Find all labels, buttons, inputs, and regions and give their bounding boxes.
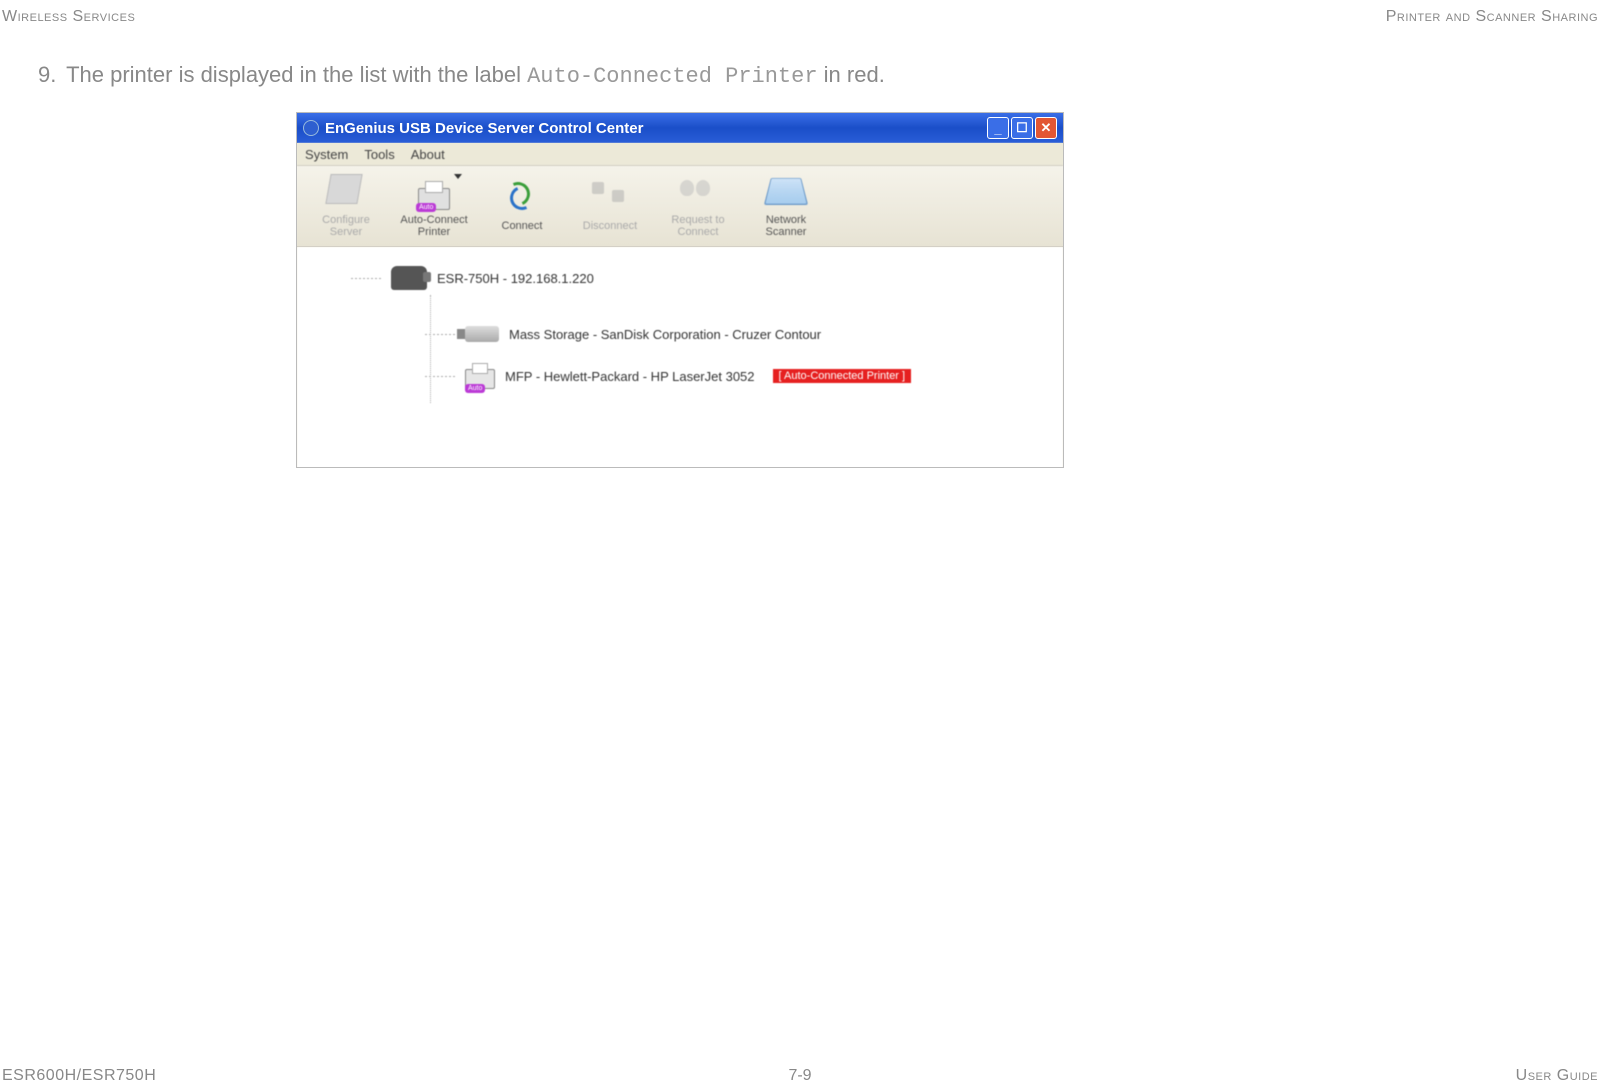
step-mono: Auto-Connected Printer (527, 64, 817, 89)
auto-printer-label: Auto-Connect Printer (395, 214, 473, 238)
usb-drive-icon (465, 326, 499, 342)
scanner-label: Network Scanner (747, 214, 825, 238)
auto-badge-icon: Auto (465, 384, 485, 393)
footer-guide: User Guide (1516, 1067, 1598, 1085)
window-title: EnGenius USB Device Server Control Cente… (325, 120, 643, 137)
app-icon (303, 120, 319, 136)
step-before: The printer is displayed in the list wit… (66, 62, 527, 87)
connect-label: Connect (502, 220, 543, 232)
request-connect-button: Request to Connect (659, 174, 737, 238)
menu-about[interactable]: About (411, 147, 445, 162)
configure-label: Configure Server (307, 214, 385, 238)
minimize-button[interactable]: _ (987, 117, 1009, 139)
server-icon (325, 174, 362, 204)
auto-connected-badge: [ Auto-Connected Printer ] (773, 369, 912, 383)
router-icon (391, 266, 427, 290)
disconnect-icon (592, 180, 624, 204)
tree-root-row[interactable]: ESR-750H - 192.168.1.220 (315, 261, 1045, 295)
app-window: EnGenius USB Device Server Control Cente… (296, 112, 1064, 468)
header-left: Wireless Services (2, 8, 135, 26)
menu-system[interactable]: System (305, 147, 348, 162)
disconnect-label: Disconnect (583, 220, 637, 232)
menu-tools[interactable]: Tools (364, 147, 394, 162)
scanner-icon (764, 178, 808, 205)
tree-root-label: ESR-750H - 192.168.1.220 (437, 271, 594, 286)
network-scanner-button[interactable]: Network Scanner (747, 174, 825, 238)
disconnect-button: Disconnect (571, 180, 649, 232)
configure-server-button: Configure Server (307, 174, 385, 238)
chevron-down-icon[interactable] (454, 174, 462, 179)
people-icon (680, 174, 710, 200)
step-text: 9. The printer is displayed in the list … (38, 62, 885, 89)
step-number: 9. (38, 62, 56, 87)
auto-badge-icon: Auto (416, 203, 436, 212)
tree-storage-row[interactable]: Mass Storage - SanDisk Corporation - Cru… (315, 317, 1045, 351)
titlebar: EnGenius USB Device Server Control Cente… (297, 113, 1063, 143)
connect-icon (504, 180, 536, 212)
window-controls: _ ☐ ✕ (987, 117, 1057, 139)
close-button[interactable]: ✕ (1035, 117, 1057, 139)
tree-mfp-label: MFP - Hewlett-Packard - HP LaserJet 3052 (505, 369, 755, 384)
step-after: in red. (818, 62, 885, 87)
auto-connect-printer-button[interactable]: Auto Auto-Connect Printer (395, 174, 473, 238)
connect-button[interactable]: Connect (483, 180, 561, 232)
device-tree: ESR-750H - 192.168.1.220 Mass Storage - … (297, 247, 1063, 468)
toolbar: Configure Server Auto Auto-Connect Print… (297, 166, 1063, 247)
mfp-printer-icon: Auto (465, 363, 495, 389)
request-label: Request to Connect (659, 214, 737, 238)
footer-model: ESR600H/ESR750H (2, 1067, 156, 1085)
tree-mfp-row[interactable]: Auto MFP - Hewlett-Packard - HP LaserJet… (315, 359, 1045, 393)
maximize-button[interactable]: ☐ (1011, 117, 1033, 139)
menubar: System Tools About (297, 143, 1063, 166)
footer-page: 7-9 (788, 1067, 811, 1085)
header-right: Printer and Scanner Sharing (1386, 8, 1598, 26)
tree-storage-label: Mass Storage - SanDisk Corporation - Cru… (509, 327, 821, 342)
